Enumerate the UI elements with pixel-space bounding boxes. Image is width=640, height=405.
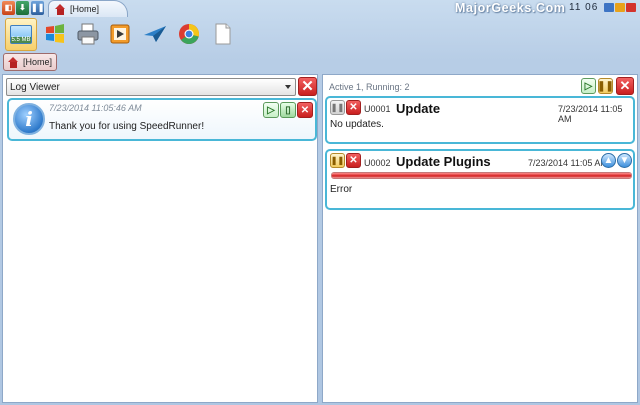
download-icon[interactable]: ⬇ — [16, 1, 29, 15]
close-log-viewer-button[interactable]: ✕ — [298, 77, 317, 96]
run-all-button[interactable]: ▷ — [581, 78, 596, 94]
play-button[interactable]: ▷ — [263, 102, 279, 118]
home-button-label: [Home] — [23, 57, 53, 67]
blank-document-icon[interactable] — [210, 21, 236, 47]
home-icon — [55, 3, 66, 15]
job-id: U0002 — [364, 158, 391, 168]
job-id: U0001 — [364, 104, 391, 114]
maximize-icon[interactable] — [615, 3, 625, 12]
log-entry: i 7/23/2014 11:05:46 AM Thank you for us… — [7, 98, 317, 141]
paper-plane-icon[interactable] — [142, 21, 168, 47]
clear-log-button[interactable]: ▯ — [280, 102, 296, 118]
explorer-tool-caption: 5.5 MB — [11, 37, 31, 43]
chevron-down-icon — [285, 85, 291, 89]
move-down-icon[interactable]: ▼ — [617, 153, 632, 168]
log-viewer-dropdown[interactable]: Log Viewer — [6, 78, 296, 96]
jobs-status: Active 1, Running: 2 — [329, 82, 410, 92]
launcher-toolbar: 5.5 MB — [0, 17, 640, 52]
clock: 11 06 — [569, 2, 599, 13]
log-viewer-panel: Log Viewer ✕ i 7/23/2014 11:05:46 AM Tha… — [2, 74, 318, 403]
job-time: 7/23/2014 11:05 AM — [558, 104, 623, 124]
job-card: ❚❚ ✕ U0001 Update 7/23/2014 11:05 AM No … — [325, 96, 635, 144]
job-progress-fill — [332, 173, 631, 178]
home-icon — [8, 56, 19, 68]
cancel-job-button[interactable]: ✕ — [346, 100, 361, 115]
job-card: ❚❚ ✕ U0002 Update Plugins 7/23/2014 11:0… — [325, 149, 635, 210]
explorer-tool-button[interactable]: 5.5 MB — [5, 18, 37, 51]
settings-icon[interactable]: ❚❚ — [31, 1, 44, 15]
pause-job-button[interactable]: ❚❚ — [330, 100, 345, 115]
chrome-icon[interactable] — [176, 21, 202, 47]
jobs-panel: Active 1, Running: 2 ▷ ❚❚ ✕ ❚❚ ✕ U0001 U… — [322, 74, 638, 403]
home-button[interactable]: [Home] — [3, 53, 57, 71]
move-up-icon[interactable]: ▲ — [601, 153, 616, 168]
cancel-job-button[interactable]: ✕ — [346, 153, 361, 168]
explorer-tool-icon: 5.5 MB — [10, 25, 32, 44]
media-player-icon[interactable] — [107, 21, 133, 47]
printer-icon[interactable] — [75, 21, 101, 47]
pause-all-button[interactable]: ❚❚ — [597, 78, 614, 94]
delete-log-entry-button[interactable]: ✕ — [297, 102, 313, 118]
close-icon[interactable] — [626, 3, 636, 12]
windows-logo-icon[interactable] — [42, 21, 68, 47]
tab-home-label: [Home] — [70, 4, 100, 14]
tab-home[interactable]: [Home] — [48, 0, 128, 17]
job-title: Update — [396, 101, 441, 116]
info-icon: i — [13, 103, 45, 135]
job-message: No updates. — [330, 119, 384, 130]
job-time: 7/23/2014 11:05 AM — [528, 158, 608, 168]
stop-all-button[interactable]: ✕ — [616, 77, 634, 95]
log-entry-message: Thank you for using SpeedRunner! — [49, 121, 205, 132]
watermark-brand: MajorGeeks.Com — [455, 1, 566, 15]
job-progress-bar — [331, 172, 632, 179]
title-bar: ◧ ⬇ ❚❚ [Home] MajorGeeks.Com 11 06 — [0, 0, 640, 17]
job-title: Update Plugins — [396, 154, 491, 169]
pause-job-button[interactable]: ❚❚ — [330, 153, 345, 168]
minimize-icon[interactable] — [604, 3, 614, 12]
job-message: Error — [330, 184, 353, 195]
window-controls — [604, 3, 636, 12]
log-viewer-dropdown-value: Log Viewer — [10, 81, 60, 93]
log-entry-timestamp: 7/23/2014 11:05:46 AM — [49, 103, 142, 113]
app-icon[interactable]: ◧ — [2, 1, 15, 15]
